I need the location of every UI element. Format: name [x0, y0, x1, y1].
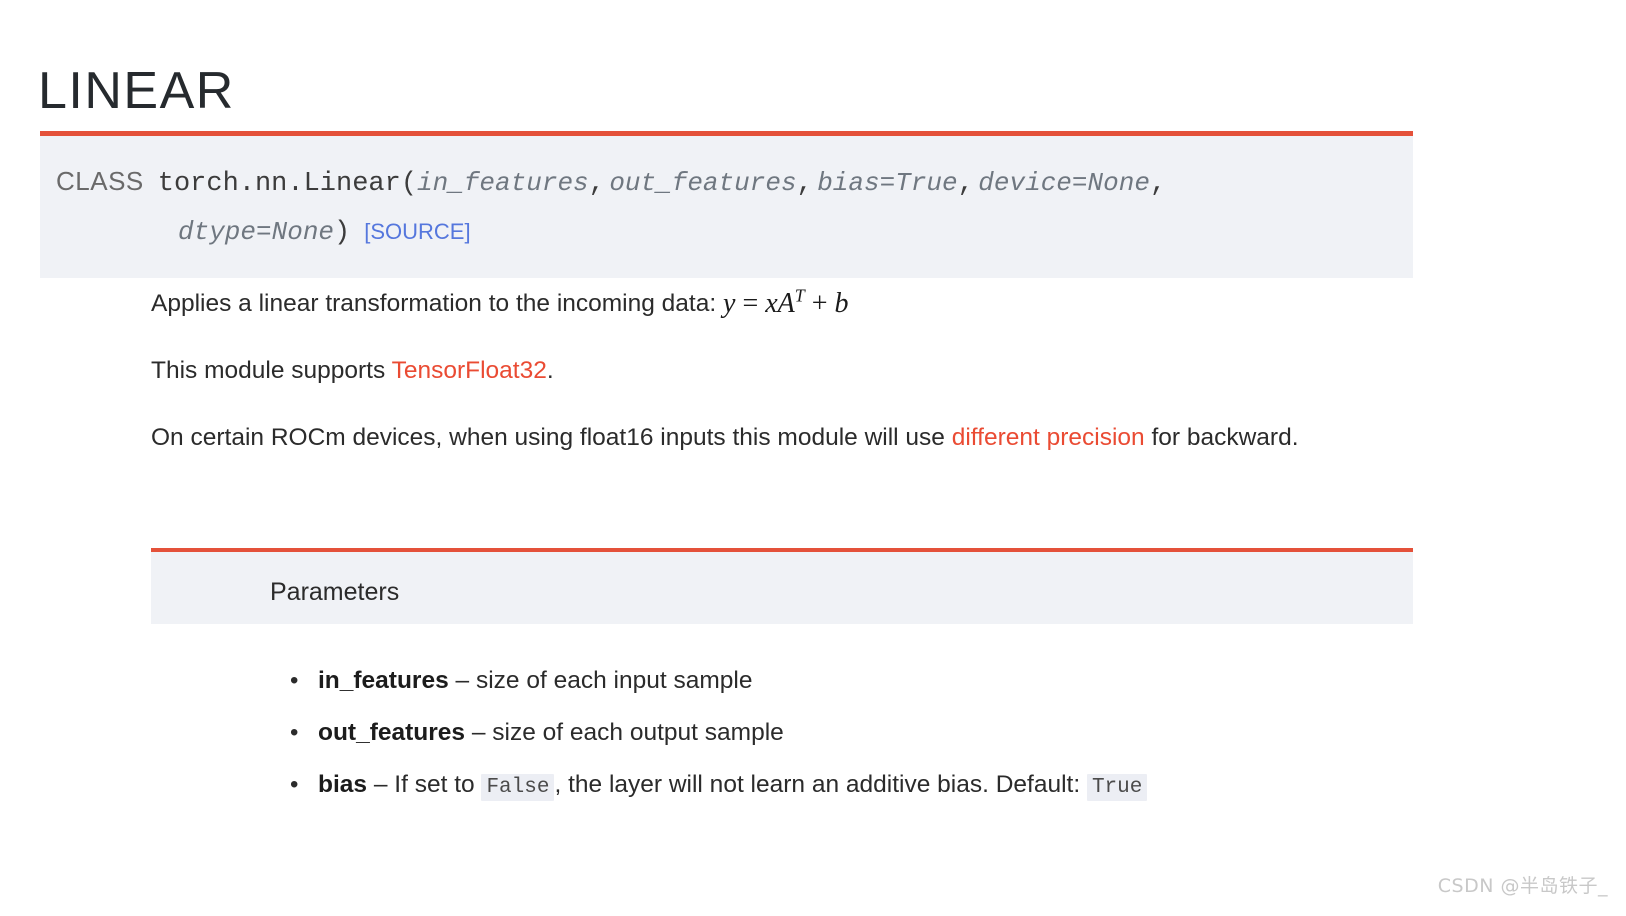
parameters-header-box: Parameters: [151, 548, 1413, 624]
signature-line-1: CLASS torch.nn.Linear(in_features, out_fe…: [40, 158, 1413, 209]
paragraph3-prefix: On certain ROCm devices, when using floa…: [151, 424, 952, 451]
param-dash: –: [455, 667, 470, 694]
list-item: out_features – size of each output sampl…: [286, 707, 1406, 759]
formula-transpose: T: [794, 285, 805, 306]
param-description-before: If set to: [387, 771, 482, 798]
formula-linear: y = xAT + b: [723, 285, 849, 319]
formula-b: b: [834, 288, 849, 319]
param-name: bias: [318, 771, 368, 798]
paragraph1-text: Applies a linear transformation to the i…: [151, 290, 717, 317]
paragraph-tensorfloat32: This module supports TensorFloat32.: [151, 350, 1413, 391]
paragraph3-suffix: for backward.: [1144, 424, 1299, 451]
page-title: LINEAR: [38, 61, 235, 120]
paragraph-linear-transformation: Applies a linear transformation to the i…: [151, 283, 1413, 324]
param-name: in_features: [318, 667, 449, 694]
description-body: Applies a linear transformation to the i…: [151, 283, 1413, 484]
comma-3: ,: [957, 169, 974, 199]
paragraph2-suffix: .: [546, 357, 554, 384]
paragraph2-prefix: This module supports: [151, 357, 392, 384]
param-description-mid: , the layer will not learn an additive b…: [554, 771, 1087, 798]
comma-1: ,: [588, 169, 605, 199]
param-description: size of each output sample: [485, 719, 784, 746]
list-item: in_features – size of each input sample: [286, 655, 1406, 707]
param-out-features: out_features: [609, 168, 797, 198]
parameters-heading: Parameters: [270, 578, 400, 606]
documentation-page: LINEAR CLASS torch.nn.Linear(in_features,…: [0, 0, 1626, 916]
param-name: out_features: [318, 719, 466, 746]
code-false: False: [481, 774, 555, 801]
open-paren: (: [400, 169, 418, 199]
class-qualified-name: torch.nn.Linear: [157, 169, 401, 199]
tensorfloat32-link[interactable]: TensorFloat32: [392, 357, 547, 384]
param-description: size of each input sample: [469, 667, 753, 694]
formula-x: x: [765, 288, 778, 319]
param-device: device=None: [978, 168, 1150, 198]
param-bias: bias=True: [817, 168, 958, 198]
comma-2: ,: [796, 169, 813, 199]
source-link[interactable]: [SOURCE]: [364, 219, 470, 244]
param-dash: –: [471, 719, 486, 746]
different-precision-link[interactable]: different precision: [952, 424, 1145, 451]
class-keyword: CLASS: [56, 166, 144, 196]
param-in-features: in_features: [417, 168, 589, 198]
param-dash: –: [373, 771, 388, 798]
list-item: bias – If set to False, the layer will n…: [286, 759, 1406, 814]
formula-equals: =: [742, 288, 759, 319]
class-signature-block: CLASS torch.nn.Linear(in_features, out_fe…: [40, 131, 1413, 278]
csdn-watermark: CSDN @半岛铁子_: [1437, 875, 1608, 897]
paragraph-rocm: On certain ROCm devices, when using floa…: [151, 417, 1413, 458]
comma-4: ,: [1149, 169, 1167, 199]
close-paren: ): [334, 218, 351, 248]
parameters-list: in_features – size of each input sample …: [286, 655, 1406, 814]
param-dtype: dtype=None: [178, 217, 335, 247]
signature-line-2: dtype=None) [SOURCE]: [40, 209, 1413, 258]
formula-plus: +: [811, 288, 828, 319]
formula-y: y: [723, 288, 736, 319]
formula-A: A: [777, 288, 795, 319]
code-true: True: [1086, 774, 1148, 801]
